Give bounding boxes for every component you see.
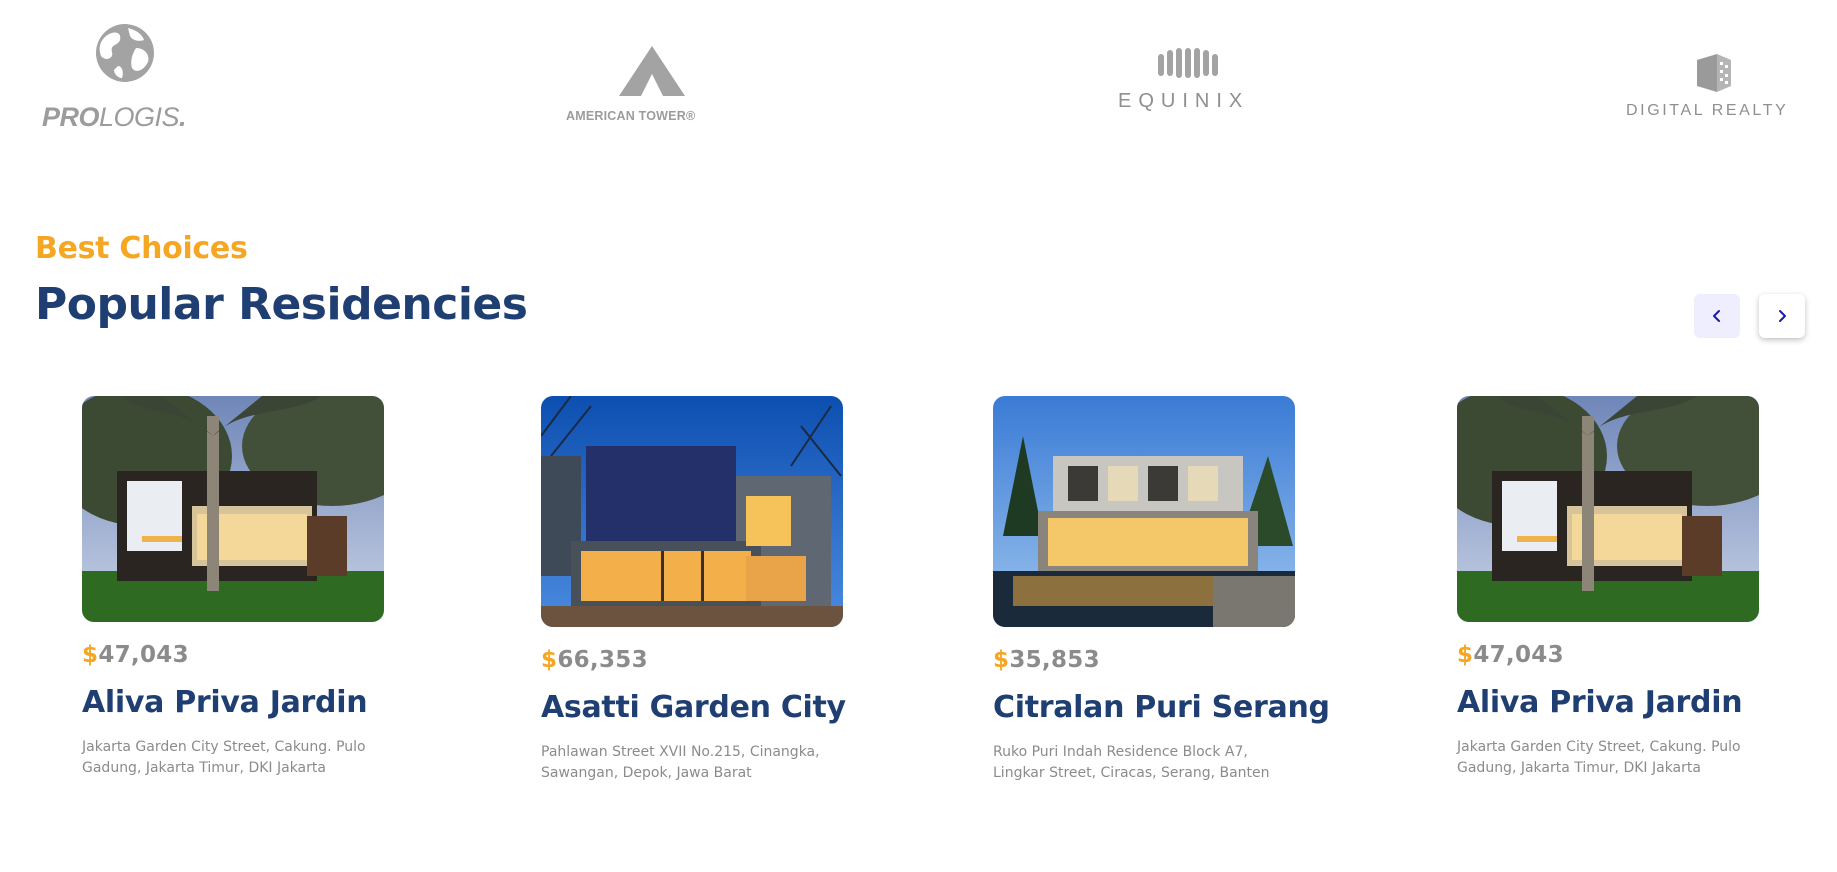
residency-address: Ruko Puri Indah Residence Block A7, Ling… (993, 744, 1270, 781)
residency-name: Aliva Priva Jardin (82, 685, 368, 720)
residency-address: Jakarta Garden City Street, Cakung. Pulo… (82, 739, 366, 776)
prologis-wordmark: PROLOGIS. (42, 102, 187, 132)
american-tower-wordmark: AMERICAN TOWER® (566, 109, 696, 123)
residency-card[interactable]: $35,853 Citralan Puri Serang Ruko Puri I… (993, 396, 1330, 784)
house-image (1457, 396, 1759, 622)
american-tower-logo: AMERICAN TOWER® (566, 44, 746, 124)
residency-photo (82, 396, 384, 622)
partner-logos: PROLOGIS. AMERICAN TOWER® EQUINIX DIGITA… (0, 0, 1837, 140)
house-image (541, 396, 843, 627)
residency-price: $47,043 (82, 642, 189, 668)
digital-realty-logo: DIGITAL REALTY (1626, 52, 1806, 122)
residency-price: $66,353 (541, 647, 648, 673)
cube-icon (1697, 54, 1731, 92)
chevron-right-icon (1779, 310, 1786, 322)
residency-name: Citralan Puri Serang (993, 690, 1330, 725)
next-button[interactable] (1759, 294, 1805, 338)
section-title: Popular Residencies (35, 279, 528, 330)
equinix-mark-icon (1158, 48, 1218, 78)
residency-photo (1457, 396, 1759, 622)
residency-price: $35,853 (993, 647, 1100, 673)
house-image (993, 396, 1295, 627)
residency-card[interactable]: $47,043 Aliva Priva Jardin Jakarta Garde… (82, 396, 402, 779)
digital-realty-wordmark: DIGITAL REALTY (1626, 102, 1789, 119)
residency-card[interactable]: $47,043 Aliva Priva Jardin Jakarta Garde… (1457, 396, 1777, 779)
residency-photo (993, 396, 1295, 627)
chevron-left-icon (1713, 310, 1720, 322)
tower-icon (619, 46, 685, 96)
residency-name: Asatti Garden City (541, 690, 846, 725)
equinix-wordmark: EQUINIX (1118, 90, 1250, 112)
residency-card[interactable]: $66,353 Asatti Garden City Pahlawan Stre… (541, 396, 861, 784)
equinix-logo: EQUINIX (1118, 46, 1258, 116)
residency-name: Aliva Priva Jardin (1457, 685, 1743, 720)
house-image (82, 396, 384, 622)
residency-address: Jakarta Garden City Street, Cakung. Pulo… (1457, 739, 1741, 776)
prev-button[interactable] (1694, 294, 1740, 338)
prologis-logo: PROLOGIS. (42, 22, 222, 132)
residency-address: Pahlawan Street XVII No.215, Cinangka, S… (541, 744, 820, 781)
residency-photo (541, 396, 843, 627)
residency-price: $47,043 (1457, 642, 1564, 668)
globe-icon (96, 24, 154, 82)
section-eyebrow: Best Choices (35, 231, 248, 266)
